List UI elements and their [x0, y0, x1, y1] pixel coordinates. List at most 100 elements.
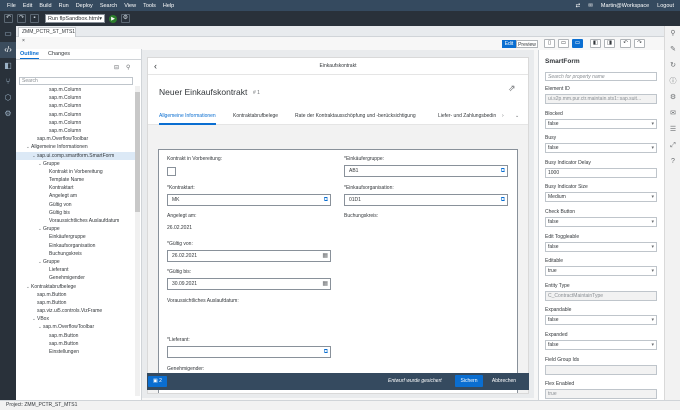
property-select[interactable]: false ▾: [545, 216, 657, 227]
menu-search[interactable]: Search: [100, 3, 117, 9]
kontraktart-input[interactable]: MK ⧉: [167, 194, 331, 206]
chevron-right-icon[interactable]: ›: [502, 113, 504, 119]
redo-change-icon[interactable]: ↷: [634, 39, 645, 48]
menu-tools[interactable]: Tools: [143, 3, 156, 9]
chevron-down-icon[interactable]: ▾: [651, 243, 654, 252]
files-icon[interactable]: ▭: [0, 26, 16, 42]
tab-outline[interactable]: Outline: [20, 51, 39, 59]
menu-run[interactable]: Run: [59, 3, 69, 9]
tree-node[interactable]: ⌄Kontraktabrufbelege: [16, 283, 136, 291]
gueltig-bis-datepicker[interactable]: 30.09.2021 ▦: [167, 278, 331, 290]
tree-node[interactable]: Lieferant: [16, 266, 136, 274]
tree-node[interactable]: Einstellungen: [16, 348, 136, 356]
property-select[interactable]: false ▾: [545, 143, 657, 154]
back-icon[interactable]: ‹: [154, 58, 157, 75]
chevron-down-icon[interactable]: ▾: [651, 341, 654, 350]
tree-node[interactable]: Einkaufsorganisation: [16, 242, 136, 250]
calendar-icon[interactable]: ▦: [322, 251, 328, 262]
chevron-down-icon[interactable]: ▾: [651, 120, 654, 129]
tree-node[interactable]: sap.m.Column: [16, 86, 136, 94]
close-icon[interactable]: ×: [22, 38, 25, 44]
tree-node[interactable]: sap.m.Button: [16, 291, 136, 299]
tree-node[interactable]: sap.m.Button: [16, 340, 136, 348]
tree-node[interactable]: Einkäufergruppe: [16, 233, 136, 241]
outline-search-input[interactable]: Search: [19, 77, 133, 85]
menu-build[interactable]: Build: [39, 3, 51, 9]
chat-icon[interactable]: ✉: [665, 106, 680, 122]
menu-deploy[interactable]: Deploy: [76, 3, 93, 9]
tree-node[interactable]: ⌄sap.m.OverflowToolbar: [16, 323, 136, 331]
tab-allgemeine-informationen[interactable]: Allgemeine Informationen: [159, 113, 216, 125]
tree-node[interactable]: sap.m.Column: [16, 127, 136, 135]
tree-node[interactable]: ⌄Gruppe: [16, 160, 136, 168]
chevron-down-icon[interactable]: ▾: [651, 193, 654, 202]
share-icon[interactable]: ⇗: [508, 83, 516, 94]
tree-node[interactable]: Angelegt am: [16, 192, 136, 200]
menu-edit[interactable]: Edit: [23, 3, 32, 9]
info-icon[interactable]: ⓘ: [665, 74, 680, 90]
property-select[interactable]: false ▾: [545, 241, 657, 252]
property-select[interactable]: false ▾: [545, 118, 657, 129]
tree-node[interactable]: Kontraktart: [16, 184, 136, 192]
user-name[interactable]: Martin@Workspace: [601, 3, 649, 9]
lieferant-input[interactable]: ⧉: [167, 346, 331, 358]
property-select[interactable]: Medium ▾: [545, 192, 657, 203]
einkaeufergruppe-input[interactable]: AB1 ⧉: [344, 165, 508, 177]
chevron-down-icon[interactable]: ▾: [651, 144, 654, 153]
value-help-icon[interactable]: ⧉: [324, 195, 328, 206]
menu-help[interactable]: Help: [163, 3, 174, 9]
tree-node[interactable]: sap.m.Column: [16, 94, 136, 102]
property-select[interactable]: false ▾: [545, 315, 657, 326]
tree-node[interactable]: sap.m.Column: [16, 111, 136, 119]
chat-icon[interactable]: ✉: [588, 3, 593, 9]
code-icon[interactable]: ‹/›: [0, 42, 16, 58]
deploy-icon[interactable]: ⬡: [0, 90, 16, 106]
help-icon[interactable]: ?: [665, 154, 680, 170]
cancel-button[interactable]: Abbrechen: [487, 375, 521, 387]
tree-node[interactable]: Buchungskreis: [16, 250, 136, 258]
edit-mode-button[interactable]: Edit: [502, 40, 516, 48]
chevron-down-icon[interactable]: ▾: [651, 267, 654, 276]
save-button[interactable]: Sichern: [455, 375, 483, 387]
tree-node[interactable]: sap.m.OverflowToolbar: [16, 135, 136, 143]
menu-view[interactable]: View: [124, 3, 136, 9]
tree-node[interactable]: Voraussichtliches Auslaufdatum: [16, 217, 136, 225]
tablet-icon[interactable]: ▭: [558, 39, 569, 48]
value-help-icon[interactable]: ⧉: [324, 347, 328, 358]
editor-tab[interactable]: ZMM_PCTR_ST_MTS1 ×: [18, 27, 76, 44]
tree-node[interactable]: ⌄Gruppe: [16, 225, 136, 233]
tab-kontraktausschoepfung[interactable]: Rate der Kontraktausschöpfung und -berüc…: [295, 113, 416, 119]
tree-node[interactable]: Genehmigender: [16, 274, 136, 282]
tree-node[interactable]: ⌄VBox: [16, 315, 136, 323]
property-search-input[interactable]: Search for property name: [545, 72, 657, 81]
tree-node[interactable]: ⌄Gruppe: [16, 258, 136, 266]
undo-icon[interactable]: ↶: [4, 14, 13, 23]
edit-icon[interactable]: ✎: [665, 42, 680, 58]
message-popover-button[interactable]: ▣ 2: [148, 376, 167, 387]
settings-icon[interactable]: ⚙: [0, 106, 16, 122]
expand-icon[interactable]: ⤢: [665, 138, 680, 154]
einkaufsorganisation-input[interactable]: 01D1 ⧉: [344, 194, 508, 206]
list-icon[interactable]: ☰: [665, 122, 680, 138]
kontrakt-vorbereitung-checkbox[interactable]: [167, 167, 176, 176]
search-icon[interactable]: ⚲: [665, 26, 680, 42]
tab-kontraktabrufbelege[interactable]: Kontraktabrufbelege: [233, 113, 278, 119]
collapse-all-icon[interactable]: ⊟: [114, 64, 119, 71]
debug-icon[interactable]: ⚙: [121, 14, 130, 23]
tree-node[interactable]: sap.viz.ui5.controls.VizFrame: [16, 307, 136, 315]
tree-node[interactable]: ⌄sap.ui.comp.smartform.SmartForm: [16, 151, 136, 160]
tree-node[interactable]: Gültig von: [16, 201, 136, 209]
undo-change-icon[interactable]: ↶: [620, 39, 631, 48]
outline-scrollbar[interactable]: [135, 86, 140, 396]
gear-icon[interactable]: ⚙: [665, 90, 680, 106]
tab-liefer-zahlung[interactable]: Liefer- und Zahlungsbedin: [438, 113, 496, 119]
tab-changes[interactable]: Changes: [48, 51, 70, 57]
tree-node[interactable]: sap.m.Column: [16, 102, 136, 110]
tree-node[interactable]: Gültig bis: [16, 209, 136, 217]
smart-form[interactable]: Kontrakt in Vorbereitung: *Einkäufergrup…: [158, 149, 518, 393]
redo-icon[interactable]: ↷: [17, 14, 26, 23]
run-icon[interactable]: ▶: [109, 14, 117, 23]
tree-node[interactable]: sap.m.Column: [16, 119, 136, 127]
filter-icon[interactable]: ⚲: [126, 64, 130, 71]
sync-icon[interactable]: ⇄: [576, 3, 581, 9]
